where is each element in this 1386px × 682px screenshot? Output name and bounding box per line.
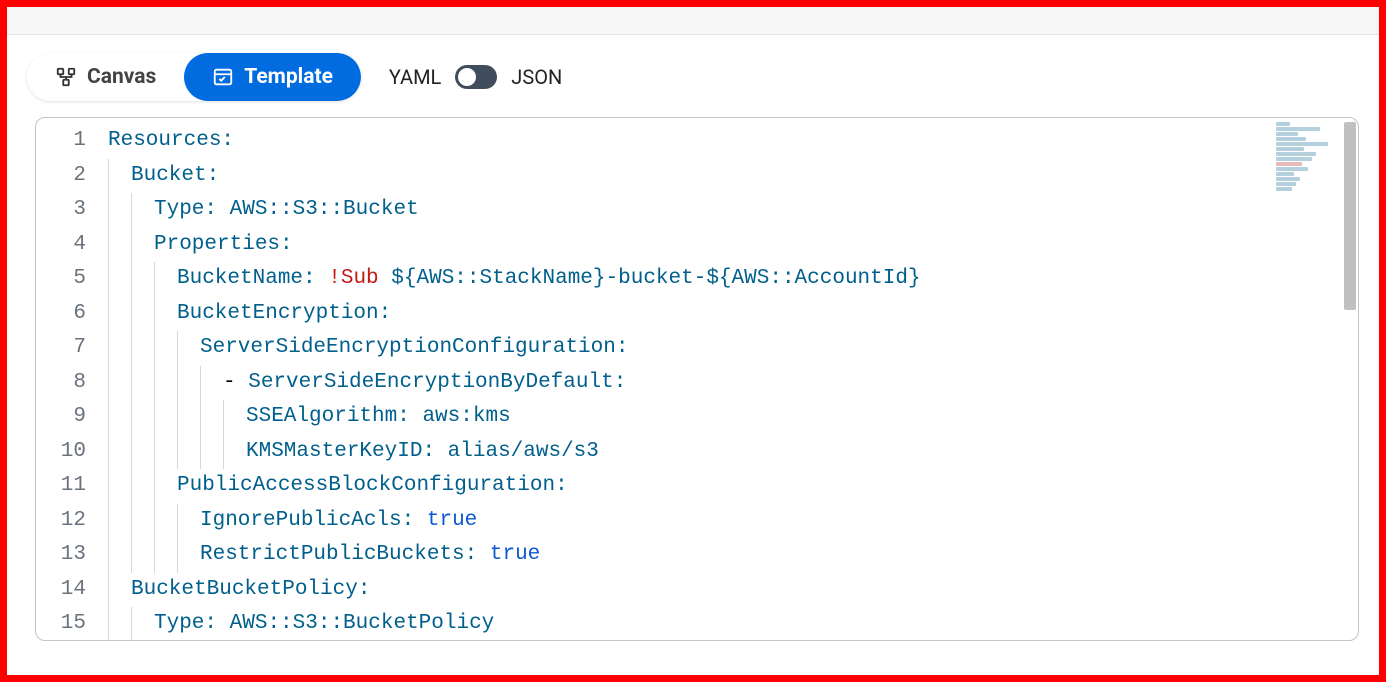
line-number: 13 (36, 538, 86, 573)
code-line[interactable]: RestrictPublicBuckets: true (108, 538, 1358, 573)
code-area[interactable]: Resources:Bucket:Type: AWS::S3::BucketPr… (108, 118, 1358, 640)
line-number: 1 (36, 124, 86, 159)
line-number: 10 (36, 435, 86, 470)
code-line[interactable]: SSEAlgorithm: aws:kms (108, 400, 1358, 435)
code-line[interactable]: BucketEncryption: (108, 297, 1358, 332)
line-number: 2 (36, 159, 86, 194)
code-line[interactable]: IgnorePublicAcls: true (108, 504, 1358, 539)
header-strip (7, 7, 1379, 35)
code-line[interactable]: Type: AWS::S3::Bucket (108, 193, 1358, 228)
vertical-scrollbar[interactable] (1344, 122, 1356, 310)
tab-canvas[interactable]: Canvas (27, 53, 184, 101)
toolbar: Canvas Template YAML JSON (7, 35, 1379, 115)
line-number: 6 (36, 297, 86, 332)
line-number: 9 (36, 400, 86, 435)
format-toggle: YAML JSON (389, 65, 562, 89)
line-number: 7 (36, 331, 86, 366)
code-line[interactable]: Type: AWS::S3::BucketPolicy (108, 607, 1358, 640)
code-line[interactable]: PublicAccessBlockConfiguration: (108, 469, 1358, 504)
template-icon (212, 66, 234, 88)
format-switch[interactable] (455, 65, 497, 89)
tab-template[interactable]: Template (184, 53, 361, 101)
line-number: 15 (36, 607, 86, 641)
canvas-icon (55, 66, 77, 88)
code-line[interactable]: Properties: (108, 228, 1358, 263)
code-editor[interactable]: 123456789101112131415 Resources:Bucket:T… (35, 117, 1359, 641)
view-tab-group: Canvas Template (27, 53, 361, 101)
code-line[interactable]: ServerSideEncryptionConfiguration: (108, 331, 1358, 366)
tab-template-label: Template (244, 65, 333, 89)
code-line[interactable]: - ServerSideEncryptionByDefault: (108, 366, 1358, 401)
code-line[interactable]: Resources: (108, 124, 1358, 159)
line-number: 8 (36, 366, 86, 401)
line-number: 11 (36, 469, 86, 504)
format-label-json: JSON (511, 65, 562, 89)
line-number: 14 (36, 573, 86, 608)
line-number: 4 (36, 228, 86, 263)
line-number-gutter: 123456789101112131415 (36, 118, 108, 640)
tab-canvas-label: Canvas (87, 65, 156, 89)
line-number: 3 (36, 193, 86, 228)
line-number: 12 (36, 504, 86, 539)
switch-knob (458, 68, 476, 86)
line-number: 5 (36, 262, 86, 297)
code-line[interactable]: BucketName: !Sub ${AWS::StackName}-bucke… (108, 262, 1358, 297)
format-label-yaml: YAML (389, 65, 441, 89)
code-line[interactable]: BucketBucketPolicy: (108, 573, 1358, 608)
code-line[interactable]: KMSMasterKeyID: alias/aws/s3 (108, 435, 1358, 470)
code-line[interactable]: Bucket: (108, 159, 1358, 194)
